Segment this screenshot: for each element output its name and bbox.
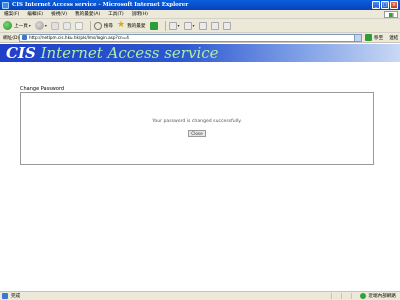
go-arrow-icon xyxy=(365,34,372,41)
links-button[interactable]: 連結 xyxy=(389,35,398,41)
printer-icon xyxy=(198,21,207,30)
star-icon: ★ xyxy=(117,20,126,30)
messenger-button[interactable] xyxy=(222,21,231,30)
messenger-icon xyxy=(222,21,231,30)
refresh-button[interactable] xyxy=(62,21,71,30)
history-icon xyxy=(168,21,177,30)
windows-logo-icon xyxy=(384,11,398,18)
site-banner: CIS Internet Access service xyxy=(0,44,400,62)
menu-favorites[interactable]: 我的最愛(A) xyxy=(75,11,100,17)
zone-label: 近端內部網路 xyxy=(368,294,396,299)
print-button[interactable] xyxy=(198,21,207,30)
home-icon xyxy=(74,21,83,30)
media-button[interactable] xyxy=(149,21,158,30)
page-icon xyxy=(22,35,27,40)
edit-icon xyxy=(210,21,219,30)
ie-icon xyxy=(2,1,9,9)
search-label: 搜尋 xyxy=(103,23,114,29)
maximize-button[interactable]: □ xyxy=(381,1,389,9)
search-button[interactable]: 搜尋 xyxy=(93,21,114,30)
mail-icon xyxy=(183,21,192,30)
menu-help[interactable]: 說明(H) xyxy=(132,11,148,17)
toolbar: 上一頁 ▾ ▾ 搜尋 ★ 我的最愛 ▾ ▾ xyxy=(0,19,400,33)
minimize-button[interactable]: _ xyxy=(372,1,380,9)
forward-arrow-icon xyxy=(34,21,44,30)
stop-icon xyxy=(50,21,59,30)
media-icon xyxy=(149,21,158,30)
go-label: 移至 xyxy=(374,35,384,41)
toolbar-separator xyxy=(89,20,91,31)
banner-cis: CIS xyxy=(6,44,36,62)
favorites-label: 我的最愛 xyxy=(127,23,146,29)
back-button[interactable]: 上一頁 ▾ xyxy=(3,21,31,30)
history-dropdown-icon[interactable]: ▾ xyxy=(178,23,180,28)
refresh-icon xyxy=(62,21,71,30)
title-bar: CIS Internet Access service - Microsoft … xyxy=(0,0,400,10)
menu-file[interactable]: 檔案(F) xyxy=(4,11,19,17)
intranet-zone-icon xyxy=(360,293,367,299)
back-arrow-icon xyxy=(3,21,12,30)
status-cell xyxy=(331,293,340,299)
menu-bar: 檔案(F) 編輯(E) 檢視(V) 我的最愛(A) 工具(T) 說明(H) xyxy=(0,10,400,19)
close-button[interactable]: Close xyxy=(188,130,206,137)
address-dropdown-icon[interactable] xyxy=(354,34,361,41)
security-zone[interactable]: 近端內部網路 xyxy=(360,293,396,299)
address-bar: 網址(D) http://netlpm.cis.hku.hk/pls/lms/l… xyxy=(0,33,400,43)
menu-tools[interactable]: 工具(T) xyxy=(108,11,124,17)
address-label: 網址(D) xyxy=(3,35,20,41)
menu-edit[interactable]: 編輯(E) xyxy=(27,11,43,17)
change-password-panel: Your password is changed successfully. C… xyxy=(20,92,374,165)
status-cells xyxy=(331,293,360,299)
forward-button[interactable]: ▾ xyxy=(34,21,47,30)
address-input[interactable]: http://netlpm.cis.hku.hk/pls/lms/login.a… xyxy=(19,33,362,42)
home-button[interactable] xyxy=(74,21,83,30)
banner-service-name: Internet Access service xyxy=(35,44,219,62)
window-controls: _ □ × xyxy=(372,1,398,9)
success-message: Your password is changed successfully. xyxy=(152,119,242,124)
page-done-icon xyxy=(2,293,8,299)
address-url: http://netlpm.cis.hku.hk/pls/lms/login.a… xyxy=(29,35,129,40)
menu-view[interactable]: 檢視(V) xyxy=(51,11,67,17)
status-bar: 完成 近端內部網路 xyxy=(0,291,400,300)
stop-button[interactable] xyxy=(50,21,59,30)
mail-button[interactable]: ▾ xyxy=(183,21,195,30)
back-dropdown-icon[interactable]: ▾ xyxy=(29,23,31,28)
status-text: 完成 xyxy=(11,294,21,299)
mail-dropdown-icon[interactable]: ▾ xyxy=(193,23,195,28)
window-title: CIS Internet Access service - Microsoft … xyxy=(12,2,189,8)
close-window-button[interactable]: × xyxy=(390,1,398,9)
search-icon xyxy=(93,21,102,30)
forward-dropdown-icon[interactable]: ▾ xyxy=(45,23,47,28)
toolbar-separator xyxy=(164,20,166,31)
go-button[interactable]: 移至 xyxy=(365,34,383,41)
status-cell xyxy=(351,293,360,299)
back-label: 上一頁 xyxy=(14,23,28,29)
favorites-button[interactable]: ★ 我的最愛 xyxy=(117,21,145,30)
history-button[interactable]: ▾ xyxy=(168,21,180,30)
edit-button[interactable] xyxy=(210,21,219,30)
status-cell xyxy=(341,293,350,299)
banner-title: CIS Internet Access service xyxy=(6,45,219,61)
